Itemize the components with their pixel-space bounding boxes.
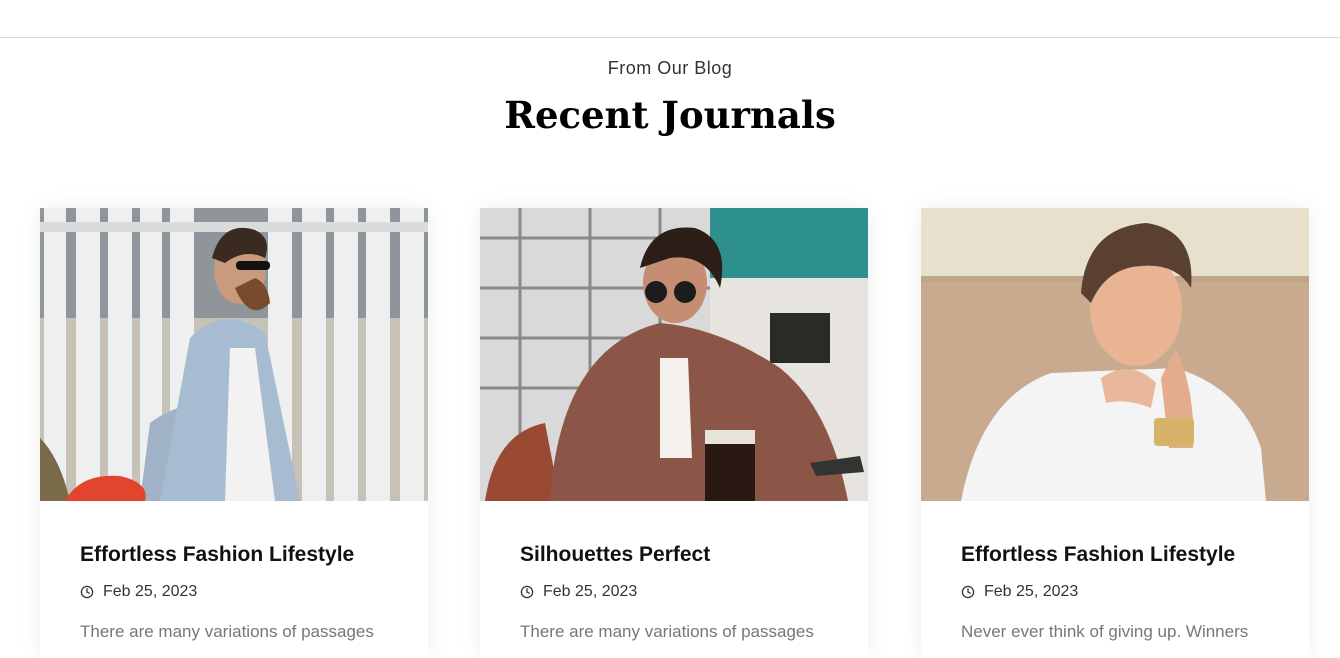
blog-card-title[interactable]: Silhouettes Perfect xyxy=(520,542,828,568)
clock-icon xyxy=(520,585,534,599)
blog-card-date: Feb 25, 2023 xyxy=(103,583,198,600)
blog-card-title[interactable]: Effortless Fashion Lifestyle xyxy=(80,542,388,568)
blog-card-meta: Feb 25, 2023 xyxy=(961,582,1269,602)
blog-card-meta: Feb 25, 2023 xyxy=(80,582,388,602)
blog-card[interactable]: Effortless Fashion Lifestyle Feb 25, 202… xyxy=(40,208,428,658)
blog-card-title[interactable]: Effortless Fashion Lifestyle xyxy=(961,542,1269,568)
blog-card-excerpt: Never ever think of giving up. Winners xyxy=(961,622,1249,641)
blog-card-image[interactable] xyxy=(480,208,868,501)
section-eyebrow: From Our Blog xyxy=(607,58,733,78)
blog-card[interactable]: Effortless Fashion Lifestyle Feb 25, 202… xyxy=(921,208,1309,658)
clock-icon xyxy=(80,585,94,599)
blog-section-header: From Our Blog Recent Journals xyxy=(0,38,1340,137)
section-title: Recent Journals xyxy=(504,93,836,137)
blog-card[interactable]: Silhouettes Perfect Feb 25, 2023 There a… xyxy=(480,208,868,658)
blog-card-image[interactable] xyxy=(921,208,1309,501)
blog-card-image[interactable] xyxy=(40,208,428,501)
blog-card-date: Feb 25, 2023 xyxy=(543,583,638,600)
top-navigation-bar xyxy=(0,0,1340,38)
blog-card-excerpt: There are many variations of passages xyxy=(520,622,814,641)
blog-card-date: Feb 25, 2023 xyxy=(984,583,1079,600)
clock-icon xyxy=(961,585,975,599)
blog-card-excerpt: There are many variations of passages xyxy=(80,622,374,641)
blog-card-meta: Feb 25, 2023 xyxy=(520,582,828,602)
